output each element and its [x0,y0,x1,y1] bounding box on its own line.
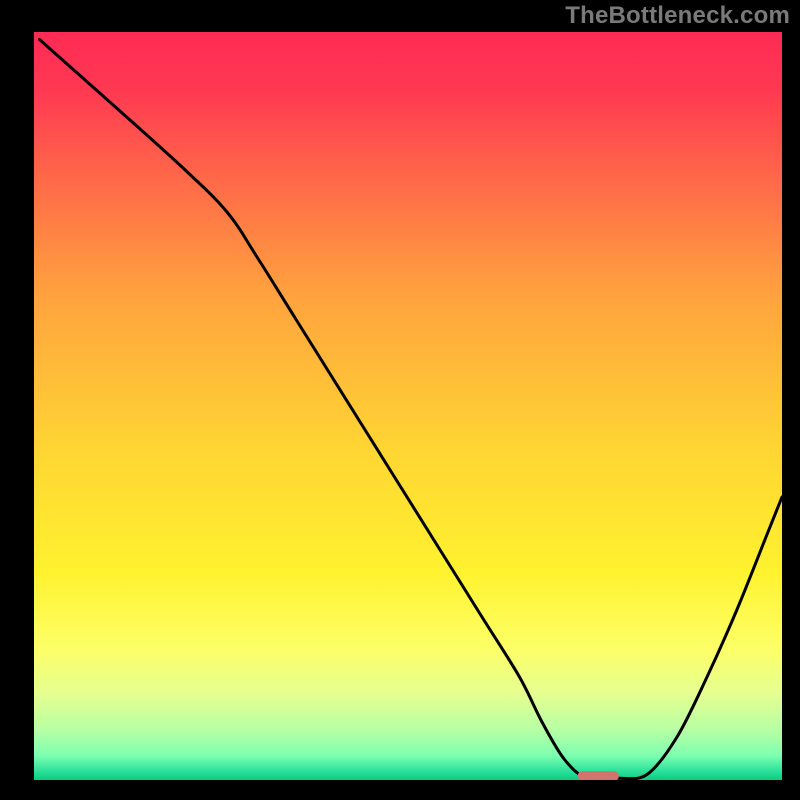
optimal-zone-marker [578,771,619,781]
chart-frame: TheBottleneck.com [0,0,800,800]
bottleneck-chart [0,0,800,800]
gradient-background [32,32,782,782]
watermark-text: TheBottleneck.com [565,2,790,30]
